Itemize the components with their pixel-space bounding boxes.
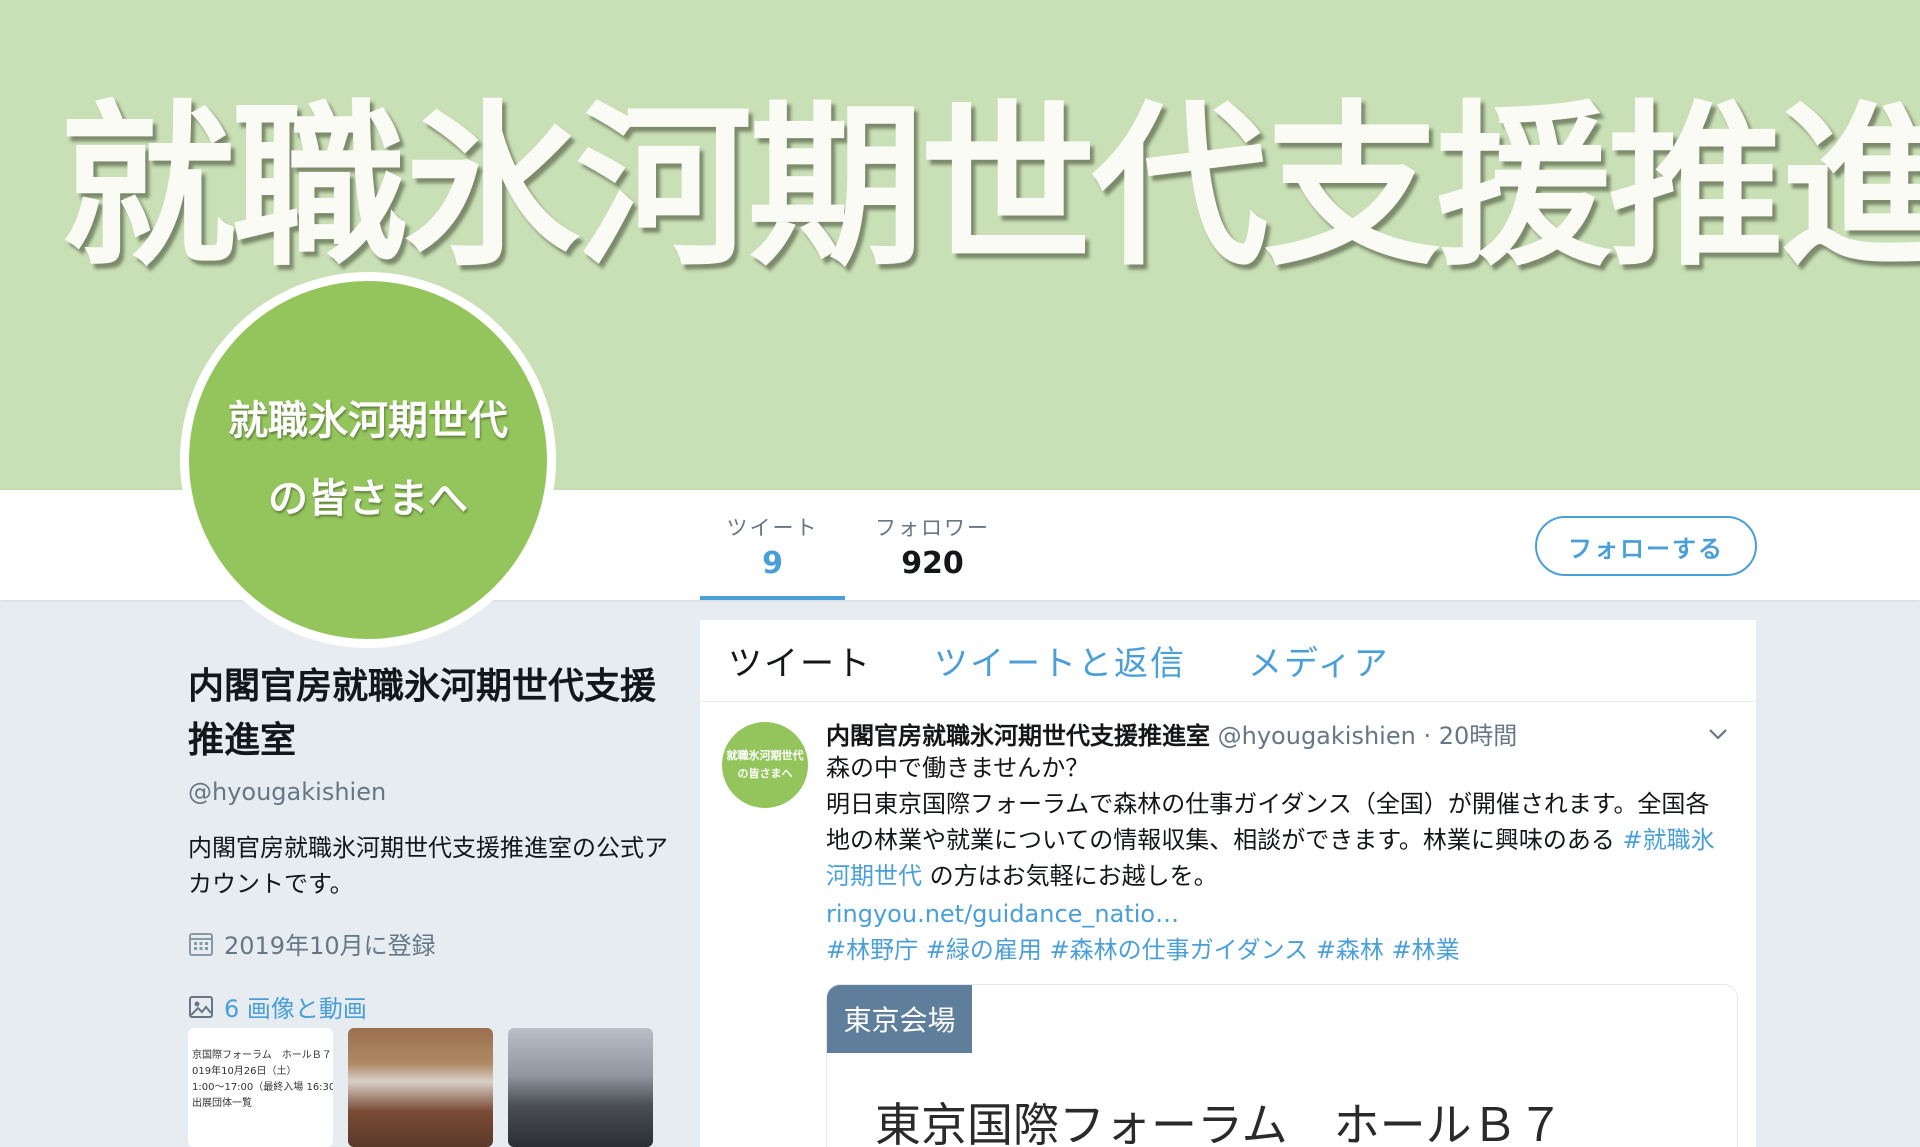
thumb-text-line: 京国際フォーラム ホールＢ７ [192,1050,332,1061]
profile-sidebar: 内閣官房就職氷河期世代支援推進室 @hyougakishien 内閣官房就職氷河… [188,660,668,1024]
tweet-hashtags: #林野庁 #緑の雇用 #森林の仕事ガイダンス #森林 #林業 [826,932,1726,968]
timeline: ツイート ツイートと返信 メディア 就職氷河期世代 の皆さまへ 内閣官房就職氷河… [700,620,1756,1147]
hashtag-link[interactable]: #森林 [1316,936,1384,964]
stat-followers-label: フォロワー [875,516,990,540]
tweet[interactable]: 就職氷河期世代 の皆さまへ 内閣官房就職氷河期世代支援推進室 @hyougaki… [700,702,1756,1147]
profile-joined: 2019年10月に登録 [188,926,668,961]
avatar-text-line2: の皆さまへ [268,476,468,522]
profile-bio: 内閣官房就職氷河期世代支援推進室の公式アカウントです。 [188,834,668,898]
thumb-text-line: 1:00〜17:00（最終入場 16:30） [192,1082,333,1093]
tweet-text: 森の中で働きませんか？ 明日東京国際フォーラムで森林の仕事ガイダンス（全国）が開… [826,750,1726,968]
hashtag-link[interactable]: #林野庁 [826,936,918,964]
tweet-timestamp[interactable]: · 20時間 [1423,722,1517,750]
card-title: 東京国際フォーラム ホールＢ７ [875,1098,1564,1147]
tweet-text-paragraph: 明日東京国際フォーラムで森林の仕事ガイダンス（全国）が開催されます。全国各地の林… [826,786,1726,894]
tweet-text-line1: 森の中で働きませんか？ [826,754,1090,782]
avatar-circle: 就職氷河期世代 の皆さまへ [189,281,547,639]
chevron-down-icon[interactable] [1706,722,1730,746]
stat-followers-value: 920 [901,546,964,581]
tweet-url-link[interactable]: ringyou.net/guidance_natio… [826,900,1179,928]
profile-media-text: 6 画像と動画 [224,995,367,1023]
tweet-author-name[interactable]: 内閣官房就職氷河期世代支援推進室 [826,722,1210,750]
banner-title: 就職氷河期世代支援推進室 [60,85,1920,290]
media-thumbnail[interactable]: 京国際フォーラム ホールＢ７ 019年10月26日（土） 1:00〜17:00（… [188,1028,333,1147]
thumb-text-line: 019年10月26日（土） [192,1066,297,1077]
tweet-avatar-line1: 就職氷河期世代 [726,749,804,762]
media-thumbnail[interactable] [508,1028,653,1147]
profile-handle[interactable]: @hyougakishien [188,778,668,806]
tweet-text-body: 明日東京国際フォーラムで森林の仕事ガイダンス（全国）が開催されます。全国各地の林… [826,790,1710,854]
tweet-header: 内閣官房就職氷河期世代支援推進室 @hyougakishien · 20時間 [826,716,1517,751]
profile-avatar[interactable]: 就職氷河期世代 の皆さまへ [180,272,556,648]
tweet-avatar-line2: の皆さまへ [737,767,793,780]
thumb-text-line: 出展団体一覧 [192,1098,252,1109]
hashtag-link[interactable]: #林業 [1392,936,1460,964]
tweet-author-handle[interactable]: @hyougakishien [1218,722,1416,750]
avatar-text-line1: 就職氷河期世代 [228,398,508,444]
calendar-icon [189,932,213,956]
tab-media[interactable]: メディア [1248,636,1390,685]
profile-joined-text: 2019年10月に登録 [224,932,436,960]
card-tag: 東京会場 [827,985,972,1053]
media-thumbnail[interactable] [348,1028,493,1147]
stat-followers[interactable]: フォロワー 920 [860,512,1005,581]
stat-tweets[interactable]: ツイート 9 [700,512,845,600]
hashtag-link[interactable]: #緑の雇用 [926,936,1042,964]
profile-media-link[interactable]: 6 画像と動画 [188,989,668,1024]
tweet-media-card[interactable]: 東京会場 東京国際フォーラム ホールＢ７ [826,984,1738,1147]
tweet-text-suffix: の方はお気軽にお越しを。 [929,862,1218,890]
image-icon [189,995,213,1018]
tweet-avatar[interactable]: 就職氷河期世代 の皆さまへ [722,722,808,808]
media-thumbnails: 京国際フォーラム ホールＢ７ 019年10月26日（土） 1:00〜17:00（… [188,1028,654,1147]
profile-name[interactable]: 内閣官房就職氷河期世代支援推進室 [188,660,668,768]
hashtag-link[interactable]: #森林の仕事ガイダンス [1050,936,1309,964]
tab-tweets-replies[interactable]: ツイートと返信 [934,636,1186,685]
tab-tweets[interactable]: ツイート [728,636,872,685]
follow-button[interactable]: フォローする [1535,516,1757,576]
timeline-tabs: ツイート ツイートと返信 メディア [700,620,1756,702]
stat-tweets-value: 9 [762,546,783,581]
stat-tweets-label: ツイート [726,516,819,540]
